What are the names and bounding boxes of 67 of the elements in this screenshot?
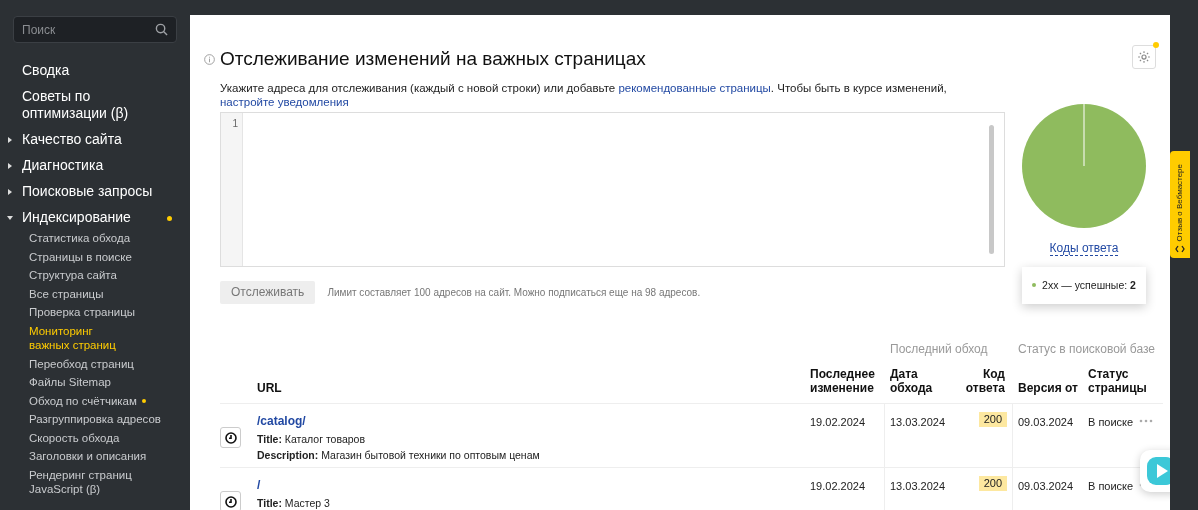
url-link[interactable]: /catalog/ bbox=[257, 412, 306, 431]
column-header: Последнее изменение bbox=[809, 367, 876, 396]
caret-right-icon[interactable] bbox=[7, 137, 13, 143]
legend-text: 2xx — успешные: 2 bbox=[1042, 277, 1136, 293]
url-editor[interactable]: 1 bbox=[220, 111, 1005, 267]
table-cell-text: 13.03.2024 bbox=[889, 415, 947, 431]
sidebar-subitem[interactable]: Структура сайта bbox=[29, 268, 117, 283]
sidebar-subitem[interactable]: Заголовки и описания bbox=[29, 449, 147, 464]
response-code-badge: 200 bbox=[978, 412, 1007, 428]
table-cell: 19.02.2024 bbox=[805, 468, 885, 510]
caret-right-icon[interactable] bbox=[7, 189, 13, 195]
limit-note: Лимит составляет 100 адресов на сайт. Можно подписаться еще на 98 адресов. bbox=[327, 285, 701, 300]
table-cell-text: В поиске bbox=[1088, 415, 1134, 431]
table-cell-text: 13.03.2024 bbox=[889, 479, 947, 495]
intro-link[interactable]: рекомендованные страницы bbox=[618, 81, 771, 94]
feedback-label: Отзыв о Вебмастере bbox=[1174, 163, 1185, 241]
page-title: Отслеживание изменений на важных страницах bbox=[220, 47, 646, 71]
page-meta: Description: Магазин бытовой техники по оптовым ценам bbox=[257, 449, 541, 463]
page-meta: Title: Мастер 3 bbox=[257, 497, 331, 510]
table-cell: 19.02.2024 bbox=[805, 404, 885, 468]
sidebar-subitem[interactable]: Статистика обхода bbox=[29, 231, 131, 246]
sidebar-subitem[interactable]: Проверка страницы bbox=[29, 305, 136, 320]
response-code-badge: 200 bbox=[978, 476, 1007, 492]
feedback-tab[interactable]: Отзыв о Вебмастере bbox=[1170, 151, 1190, 258]
column-header: URL bbox=[257, 381, 283, 396]
sidebar-subitem[interactable]: Рендеринг страниц JavaScript (β) bbox=[29, 467, 169, 497]
sidebar-item[interactable]: Качество сайта bbox=[22, 131, 172, 148]
sidebar-item[interactable]: Поисковые запросы bbox=[22, 183, 172, 200]
sidebar-subitem[interactable]: Обход по счётчикам bbox=[29, 393, 137, 408]
settings-icon bbox=[1137, 50, 1151, 64]
history-button[interactable] bbox=[220, 427, 241, 449]
sidebar-item[interactable]: Диагностика bbox=[22, 157, 172, 174]
group-header: Статус в поисковой базе bbox=[1017, 341, 1157, 359]
column-header: Код ответа bbox=[964, 367, 1006, 396]
search-icon bbox=[155, 23, 168, 36]
table-cell-text: 09.03.2024 bbox=[1017, 415, 1075, 431]
intro-link[interactable]: настройте уведомления bbox=[220, 95, 349, 108]
search-field[interactable]: Поиск bbox=[13, 16, 177, 43]
sidebar-item[interactable]: Советы по оптимизации (β) bbox=[22, 88, 142, 122]
column-header: Статус страницы bbox=[1087, 367, 1148, 396]
sidebar-subitem[interactable]: Все страницы bbox=[29, 286, 104, 301]
caret-right-icon[interactable] bbox=[7, 163, 13, 169]
response-codes-link[interactable]: Коды ответа bbox=[1049, 240, 1119, 256]
intro-text: Укажите адреса для отслеживания (каждый с новой строки) или добавьте рекомендованные страницы. Чтобы быть в курсе изменений, настройте уведомления bbox=[220, 80, 948, 109]
sidebar-subitem[interactable]: Скорость обхода bbox=[29, 430, 120, 445]
clock-icon bbox=[224, 431, 237, 444]
column-header: Дата обхода bbox=[889, 367, 934, 396]
caret-down-icon[interactable] bbox=[7, 215, 13, 221]
table-cell-text: 09.03.2024 bbox=[1017, 479, 1075, 495]
sidebar-item[interactable]: Индексирование bbox=[22, 209, 172, 226]
play-bubble-icon bbox=[1146, 456, 1170, 486]
sidebar-subitem[interactable]: Разгруппировка адресов bbox=[29, 412, 161, 427]
sidebar-subitem[interactable]: Страницы в поиске bbox=[29, 249, 132, 264]
line-number: 1 bbox=[232, 116, 238, 131]
sidebar-subitem[interactable]: Мониторинг важных страниц bbox=[29, 323, 129, 353]
sidebar-subitem[interactable]: Переобход страниц bbox=[29, 356, 134, 371]
sidebar-subitem[interactable]: Файлы Sitemap bbox=[29, 375, 111, 390]
scrollbar[interactable] bbox=[989, 124, 994, 254]
url-link[interactable]: / bbox=[257, 476, 261, 495]
column-header: Версия от bbox=[1017, 381, 1079, 396]
history-button[interactable] bbox=[220, 491, 241, 510]
sidebar-item[interactable]: Сводка bbox=[22, 62, 142, 79]
clock-icon bbox=[224, 495, 237, 508]
table-cell-text: В поиске bbox=[1088, 479, 1134, 495]
code-icon bbox=[1175, 244, 1185, 254]
group-header: Последний обход bbox=[889, 341, 989, 359]
page-meta: Title: Каталог товаров bbox=[257, 433, 366, 447]
